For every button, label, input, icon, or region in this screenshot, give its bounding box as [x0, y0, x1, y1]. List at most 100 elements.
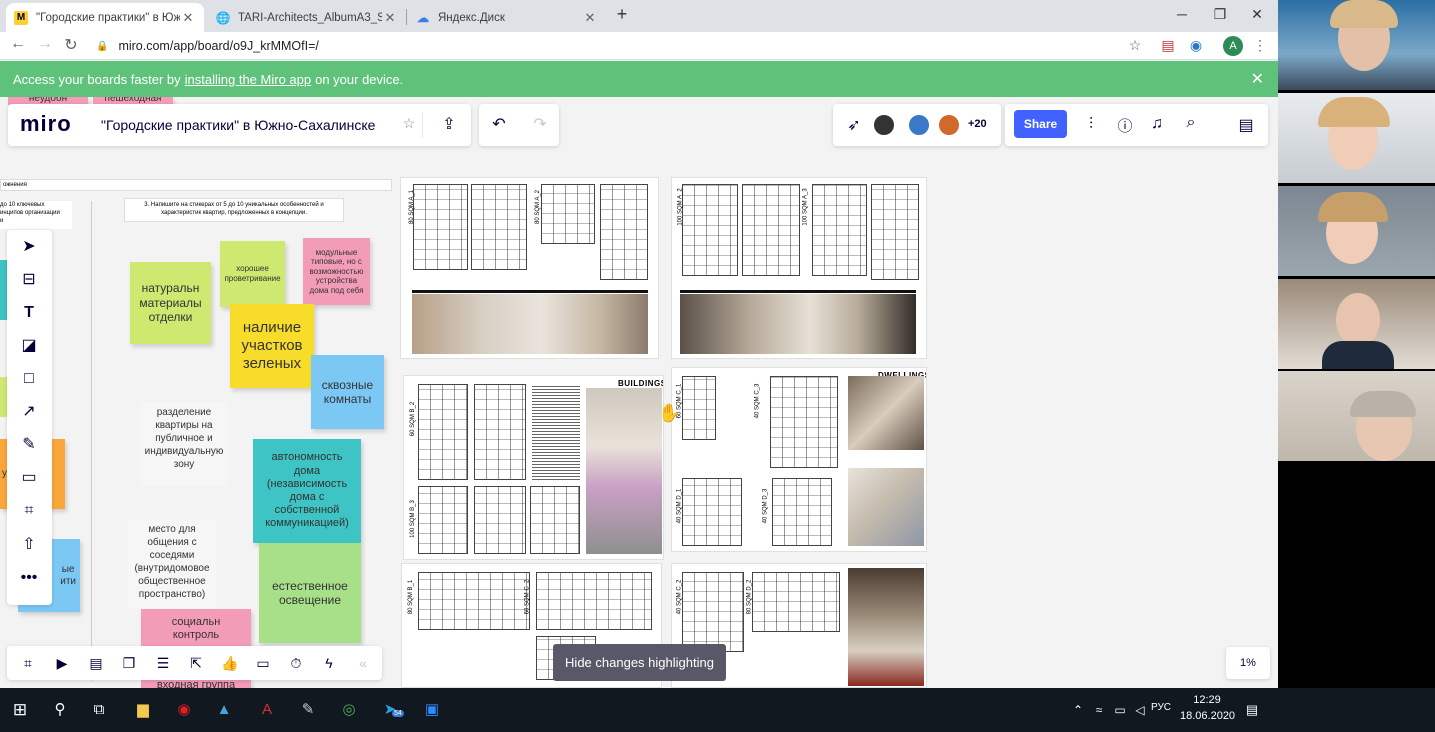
cursor-toggle-icon[interactable]: ➶ [843, 115, 865, 135]
close-window-icon[interactable]: ✕ [1247, 6, 1267, 23]
bookmark-star-icon[interactable]: ☆ [1125, 37, 1145, 54]
close-tab-icon[interactable]: ✕ [382, 10, 398, 26]
plan-sheet-buildings[interactable]: BUILDINGS 60 SQM B_2 100 SQM B_3 [403, 375, 664, 560]
presentation-icon[interactable]: ▶ [51, 653, 73, 673]
pdf-extension-icon[interactable]: ▤ [1158, 37, 1178, 54]
plan-sheet-a[interactable]: 80 SQM A_1 80 SQM A_2 [400, 177, 659, 359]
star-icon[interactable]: ☆ [398, 115, 420, 132]
board-title[interactable]: "Городские практики" в Южно-Сахалинске [101, 117, 375, 133]
search-icon[interactable]: ⌕ [1180, 114, 1202, 132]
export-board-icon[interactable]: ⇱ [185, 653, 207, 673]
screen-share-icon[interactable]: ❐ [118, 653, 140, 673]
paint-icon[interactable]: ✎ [296, 698, 320, 722]
frame-tool-icon[interactable]: ⌗ [18, 500, 40, 522]
back-icon[interactable]: ← [7, 35, 29, 53]
export-icon[interactable]: ⇪ [438, 114, 460, 134]
file-explorer-icon[interactable]: ▆ [131, 698, 155, 722]
arrow-tool-icon[interactable]: ↗ [18, 401, 40, 423]
close-tab-icon[interactable]: ✕ [582, 10, 598, 26]
zoom-level[interactable]: 1% [1226, 647, 1270, 679]
participant-video[interactable] [1278, 371, 1435, 461]
timer-icon[interactable]: ⏱ [285, 653, 307, 673]
collaborator-avatar[interactable] [937, 113, 961, 137]
tab-tari[interactable]: 🌐 TARI-Architects_AlbumA3_Single ✕ [208, 3, 406, 32]
profile-avatar[interactable]: A [1223, 36, 1243, 56]
frames-icon[interactable]: ⌗ [17, 653, 39, 673]
recorder-icon[interactable]: ◉ [172, 698, 196, 722]
collapse-icon[interactable]: « [352, 653, 374, 673]
sticky-note-tool-icon[interactable]: ◪ [18, 335, 40, 357]
instruction-card[interactable]: 3. Напишите на стикерах от 5 до 10 уника… [124, 198, 344, 222]
kebab-menu-icon[interactable]: ⋮ [1250, 37, 1270, 54]
address-bar[interactable]: 🔒 miro.com/app/board/o9J_krMMOfI=/ [96, 36, 319, 56]
chrome-icon[interactable]: ◎ [337, 698, 361, 722]
plan-sheet-dwellings[interactable]: DWELLINGS 60 SQM C_1 40 SQM C_3 40 SQM D… [671, 367, 927, 552]
sticky-natural-materials[interactable]: натуральн материалы отделки [130, 262, 211, 344]
new-tab-icon[interactable]: + [612, 4, 632, 25]
install-app-link[interactable]: installing the Miro app [185, 72, 311, 87]
forward-icon[interactable]: → [34, 35, 56, 53]
shape-tool-icon[interactable]: □ [18, 368, 40, 390]
tab-yandex-disk[interactable]: ☁ Яндекс.Диск ✕ [408, 3, 606, 32]
acrobat-icon[interactable]: A [255, 698, 279, 722]
collaborator-avatar[interactable] [872, 113, 896, 137]
comments-icon[interactable]: ▤ [85, 653, 107, 673]
language-indicator[interactable]: РУС [1151, 702, 1171, 713]
sticky-modular[interactable]: модульные типовые, но с возможностью уст… [303, 238, 370, 305]
sticky-natural-light[interactable]: естественное освещение [259, 543, 361, 643]
clock[interactable]: 12:29 18.06.2020 [1180, 692, 1235, 724]
sticky-entrance[interactable]: входная группа [141, 679, 251, 688]
video-icon[interactable]: ▭ [252, 653, 274, 673]
participant-video[interactable] [1278, 186, 1435, 276]
notifications-icon[interactable]: ▤ [1240, 698, 1264, 722]
reactions-icon[interactable]: 👍 [219, 653, 241, 673]
more-tools-icon[interactable]: ••• [18, 567, 40, 589]
more-collaborators-count[interactable]: +20 [968, 118, 987, 130]
tab-miro[interactable]: M "Городские практики" в Южно ✕ [6, 3, 204, 32]
notes-icon[interactable]: ▤ [1235, 115, 1257, 135]
templates-icon[interactable]: ⊟ [18, 269, 40, 291]
sticky-autonomy[interactable]: автономность дома (независимость дома с … [253, 439, 361, 543]
photos-app-icon[interactable]: ▲ [212, 698, 236, 722]
comment-tool-icon[interactable]: ▭ [18, 467, 40, 489]
board-canvas[interactable]: неудобн пешеходная ожнения до 10 ключевы… [0, 97, 1278, 688]
sticky-through-rooms[interactable]: сквозные комнаты [311, 355, 384, 429]
collaborator-avatar[interactable] [907, 113, 931, 137]
select-cursor-icon[interactable]: ➤ [18, 236, 40, 258]
help-icon[interactable]: ⓘ [1114, 115, 1136, 136]
sticky-social-control[interactable]: социальн контроль [141, 609, 251, 649]
participant-video[interactable] [1278, 93, 1435, 183]
undo-icon[interactable]: ↶ [488, 114, 510, 134]
settings-sliders-icon[interactable]: ⫶ [1080, 116, 1102, 134]
reload-icon[interactable]: ↻ [60, 35, 82, 55]
cards-icon[interactable]: ☰ [152, 653, 174, 673]
upload-tool-icon[interactable]: ⇧ [18, 534, 40, 556]
sticky-meeting-place[interactable]: место для общения с соседями (внутридомо… [128, 519, 216, 609]
participant-video[interactable] [1278, 0, 1435, 90]
sticky-zone-division[interactable]: разделение квартиры на публичное и индив… [140, 402, 228, 486]
volume-icon[interactable]: ◁ [1128, 698, 1152, 722]
floor-plan [530, 486, 580, 554]
plan-sheet-b[interactable]: 100 SQM A_2 100 SQM A_3 [671, 177, 927, 359]
sticky-ventilation[interactable]: хорошее проветривание [220, 241, 285, 307]
bell-icon[interactable]: ♫ [1146, 115, 1168, 133]
hide-changes-toast[interactable]: Hide changes highlighting [553, 644, 726, 681]
lightning-icon[interactable]: ϟ [318, 653, 340, 673]
sticky-green-plots[interactable]: наличие участков зеленых [230, 304, 314, 388]
miro-logo[interactable]: miro [20, 111, 72, 137]
search-icon[interactable]: ⚲ [48, 698, 72, 722]
task-view-icon[interactable]: ⧉ [87, 698, 111, 722]
extension-icon[interactable]: ◉ [1186, 37, 1206, 54]
share-button[interactable]: Share [1014, 110, 1067, 138]
zoom-app-icon[interactable]: ▣ [420, 698, 444, 722]
close-tab-icon[interactable]: ✕ [180, 10, 196, 26]
close-banner-icon[interactable]: ✕ [1251, 69, 1264, 89]
windows-start-icon[interactable]: ⊞ [8, 698, 32, 722]
pen-tool-icon[interactable]: ✎ [18, 434, 40, 456]
participant-video[interactable] [1278, 279, 1435, 369]
redo-icon[interactable]: ↷ [529, 114, 551, 134]
floor-plan [752, 572, 840, 632]
maximize-icon[interactable]: ❐ [1210, 6, 1230, 23]
minimize-icon[interactable]: ─ [1172, 6, 1192, 22]
text-tool-icon[interactable]: T [18, 302, 40, 324]
